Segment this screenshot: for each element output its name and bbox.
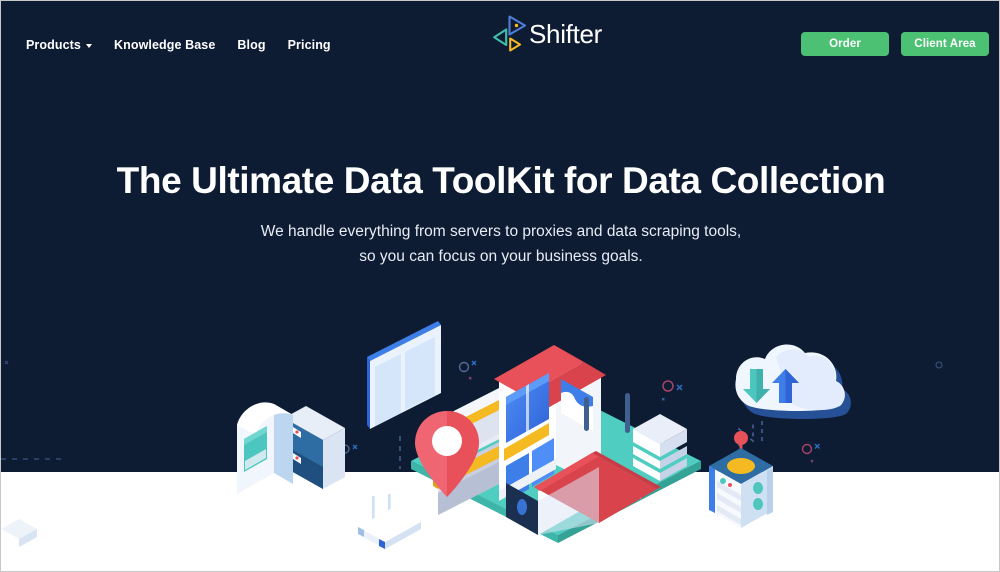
nav-item-label: Blog bbox=[237, 38, 266, 52]
page-root: Products Knowledge Base Blog Pricing Shi… bbox=[0, 0, 1000, 572]
brand-name: Shifter bbox=[529, 19, 603, 49]
isometric-server-box bbox=[709, 431, 773, 528]
hero-subtitle: We handle everything from servers to pro… bbox=[1, 219, 999, 269]
hero-subtitle-line-1: We handle everything from servers to pro… bbox=[260, 222, 742, 240]
nav-actions: Order Client Area bbox=[801, 32, 989, 56]
order-button[interactable]: Order bbox=[801, 32, 889, 56]
hero-subtitle-line-2: so you can focus on your business goals. bbox=[359, 247, 643, 265]
page-title: The Ultimate Data ToolKit for Data Colle… bbox=[116, 160, 886, 201]
nav-item-pricing[interactable]: Pricing bbox=[277, 34, 342, 56]
chevron-down-icon bbox=[85, 44, 92, 48]
illustration-svg bbox=[1, 321, 943, 549]
nav-item-label: Products bbox=[26, 38, 81, 52]
hero-copy: The Ultimate Data ToolKit for Data Colle… bbox=[1, 160, 999, 269]
brand-logo[interactable]: Shifter bbox=[491, 10, 602, 56]
navbar: Products Knowledge Base Blog Pricing Shi… bbox=[1, 1, 999, 87]
nav-item-blog[interactable]: Blog bbox=[226, 34, 276, 56]
wifi-router bbox=[358, 494, 421, 549]
isometric-kiosk-monitor bbox=[237, 402, 345, 494]
nav-item-products[interactable]: Products bbox=[15, 34, 103, 56]
nav-item-label: Pricing bbox=[287, 38, 331, 52]
nav-item-knowledge-base[interactable]: Knowledge Base bbox=[103, 34, 226, 56]
isometric-screen-panel bbox=[367, 321, 441, 429]
isometric-small-device bbox=[1, 519, 37, 547]
shifter-logo-icon bbox=[491, 10, 531, 56]
hero-illustration bbox=[1, 301, 999, 571]
client-area-button[interactable]: Client Area bbox=[901, 32, 989, 56]
cloud-with-sync-arrows bbox=[735, 344, 851, 466]
nav-links: Products Knowledge Base Blog Pricing bbox=[15, 34, 342, 56]
nav-item-label: Knowledge Base bbox=[113, 38, 216, 52]
